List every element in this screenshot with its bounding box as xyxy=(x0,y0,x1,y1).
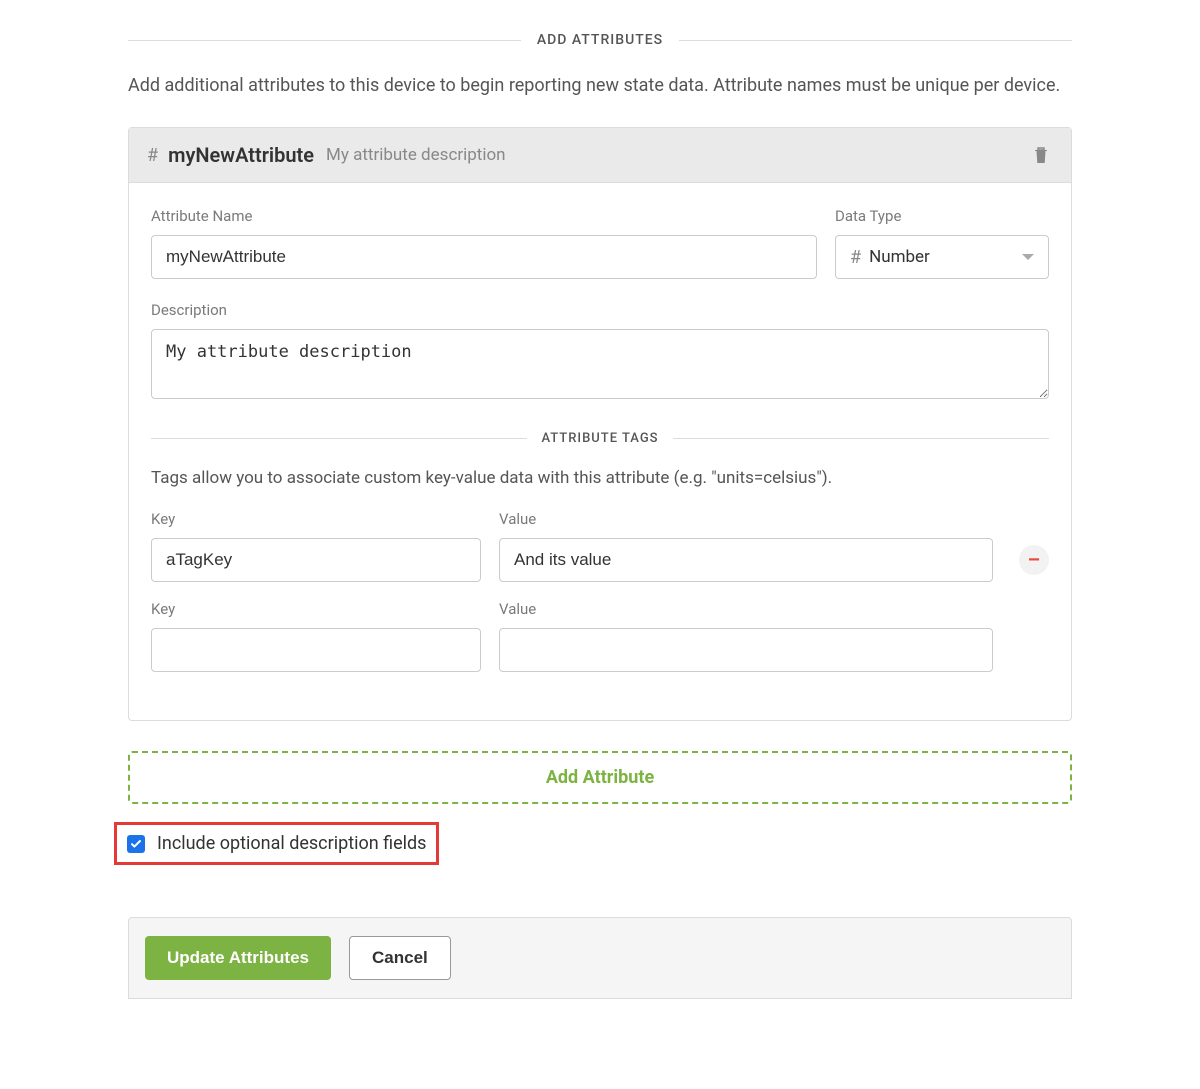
data-type-value: Number xyxy=(869,247,1022,267)
attribute-name-input[interactable] xyxy=(151,235,817,279)
hash-icon: # xyxy=(147,145,158,166)
add-attributes-heading: ADD ATTRIBUTES xyxy=(521,32,679,48)
chevron-down-icon xyxy=(1022,254,1034,260)
cancel-button[interactable]: Cancel xyxy=(349,936,451,980)
attribute-tags-heading: ATTRIBUTE TAGS xyxy=(527,431,672,446)
tag-value-label: Value xyxy=(499,600,993,618)
add-attribute-label: Add Attribute xyxy=(546,767,654,788)
delete-attribute-button[interactable] xyxy=(1029,142,1053,168)
attribute-header-desc: My attribute description xyxy=(326,145,1029,165)
attribute-card-header: # myNewAttribute My attribute descriptio… xyxy=(129,128,1071,183)
data-type-label: Data Type xyxy=(835,207,1049,225)
include-optional-label: Include optional description fields xyxy=(157,833,426,854)
add-attributes-divider: ADD ATTRIBUTES xyxy=(128,32,1072,48)
description-label: Description xyxy=(151,301,1049,319)
tag-value-input[interactable] xyxy=(499,538,993,582)
remove-tag-button[interactable]: − xyxy=(1019,545,1049,575)
hash-icon: # xyxy=(850,247,861,268)
attribute-tags-divider: ATTRIBUTE TAGS xyxy=(151,431,1049,446)
tag-value-label: Value xyxy=(499,510,993,528)
trash-icon xyxy=(1033,146,1049,164)
tag-key-input[interactable] xyxy=(151,538,481,582)
tag-row: Key Value − xyxy=(151,510,1049,582)
attribute-header-name: myNewAttribute xyxy=(168,143,314,167)
minus-icon: − xyxy=(1028,549,1040,572)
check-icon xyxy=(130,838,142,850)
include-optional-checkbox[interactable] xyxy=(127,835,145,853)
tag-row: Key Value xyxy=(151,600,1049,672)
tags-description: Tags allow you to associate custom key-v… xyxy=(151,468,1049,488)
tag-key-label: Key xyxy=(151,510,481,528)
tag-value-input[interactable] xyxy=(499,628,993,672)
description-input[interactable] xyxy=(151,329,1049,399)
data-type-select[interactable]: # Number xyxy=(835,235,1049,279)
attribute-card: # myNewAttribute My attribute descriptio… xyxy=(128,127,1072,721)
footer-actions: Update Attributes Cancel xyxy=(128,917,1072,999)
attribute-name-label: Attribute Name xyxy=(151,207,817,225)
update-attributes-button[interactable]: Update Attributes xyxy=(145,936,331,980)
tag-key-input[interactable] xyxy=(151,628,481,672)
include-optional-highlight: Include optional description fields xyxy=(114,822,439,865)
add-attribute-button[interactable]: Add Attribute xyxy=(128,751,1072,804)
section-intro: Add additional attributes to this device… xyxy=(128,72,1072,99)
tag-key-label: Key xyxy=(151,600,481,618)
